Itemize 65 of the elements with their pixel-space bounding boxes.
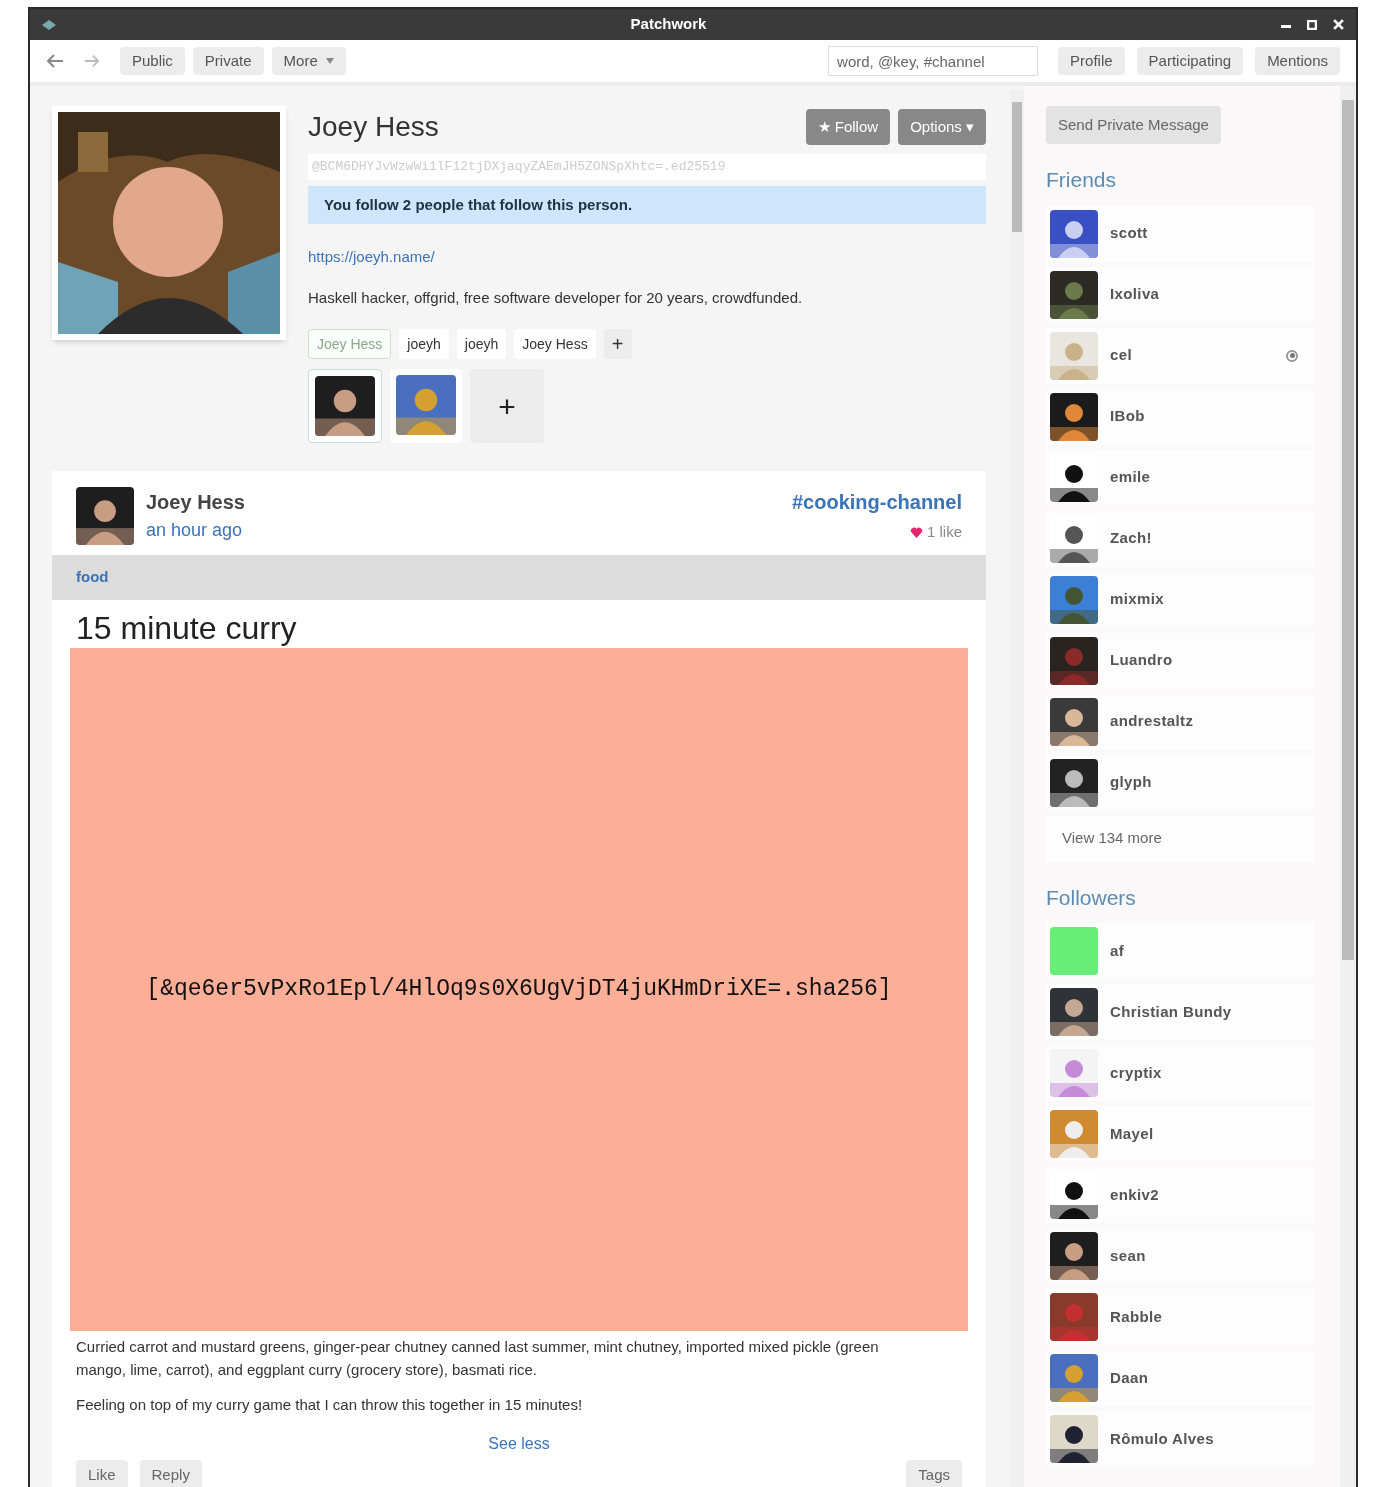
contact-item[interactable]: cel — [1046, 327, 1314, 384]
contact-item[interactable]: scott — [1046, 205, 1314, 262]
contact-item[interactable]: af — [1046, 923, 1314, 979]
section-heading: Friends — [1046, 167, 1118, 193]
contact-item[interactable]: IBob — [1046, 388, 1314, 445]
nav-button[interactable]: Participating — [1136, 47, 1244, 75]
see-less-link[interactable]: See less — [488, 1432, 550, 1456]
contact-item[interactable]: Rabble — [1046, 1289, 1314, 1345]
profile-name: Joey Hess — [308, 110, 440, 144]
post-author[interactable]: Joey Hess — [146, 487, 792, 517]
contact-item[interactable]: sean — [1046, 1228, 1314, 1284]
add-name-button[interactable]: + — [603, 329, 632, 359]
post-action-button[interactable]: Reply — [139, 1460, 202, 1487]
close-icon[interactable] — [1333, 19, 1344, 30]
image-thumbnail[interactable] — [390, 369, 462, 443]
contact-item[interactable]: Ixoliva — [1046, 266, 1314, 323]
tags-button[interactable]: Tags — [906, 1460, 962, 1487]
contact-item[interactable]: andrestaltz — [1046, 693, 1314, 750]
post-paragraph: Feeling on top of my curry game that I can throw this together in 15 minutes! — [76, 1395, 584, 1415]
section-heading: Followers — [1046, 884, 1137, 911]
maximize-icon[interactable] — [1307, 19, 1317, 30]
scrollbar[interactable] — [1010, 90, 1024, 1487]
contact-item[interactable]: glyph — [1046, 754, 1314, 811]
profile-bio: Haskell hacker, offgrid, free software developer for 20 years, crowdfunded. — [308, 287, 804, 308]
post-paragraph: Curried carrot and mustard greens, ginger-pear chutney canned last summer, mint chutney, imported mixed pickle (green mango, lime, carrot), and eggplant curry (grocery store), basmati rice. — [76, 1337, 880, 1380]
view-more-button[interactable]: View 134 more — [1046, 815, 1314, 862]
contact-item[interactable]: Mayel — [1046, 1106, 1314, 1162]
follow-notice: You follow 2 people that follow this person. — [308, 185, 986, 224]
dropdown-caret-icon — [325, 58, 334, 64]
nav-button[interactable]: More — [271, 47, 346, 75]
name-chip[interactable]: joeyh — [456, 329, 507, 359]
like-count: 1 like — [926, 522, 962, 542]
scrollbar[interactable] — [1340, 86, 1356, 1487]
follow-button[interactable]: ★ Follow — [805, 109, 891, 145]
post-title: 15 minute curry — [75, 609, 298, 648]
contact-item[interactable]: cryptix — [1046, 1045, 1314, 1101]
name-chip[interactable]: Joey Hess — [514, 329, 596, 359]
send-message-button[interactable]: Send Private Message — [1046, 106, 1221, 144]
contact-item[interactable]: Daan — [1046, 1350, 1314, 1406]
options-button[interactable]: Options ▾ — [898, 109, 986, 145]
nav-button[interactable]: Profile — [1058, 47, 1125, 75]
profile-link[interactable]: https://joeyh.name/ — [308, 246, 435, 269]
tag-link[interactable]: food — [76, 566, 109, 589]
name-chip[interactable]: joeyh — [399, 329, 449, 359]
image-hash: [&qe6er5vPxRo1Epl/4HlOq9s0X6UgVjDT4juKHmDriXE=.sha256] — [146, 975, 892, 1005]
nav-button[interactable]: Public — [120, 47, 185, 75]
contact-item[interactable]: Rômulo Alves — [1046, 1411, 1314, 1467]
contact-item[interactable]: mixmix — [1046, 571, 1314, 628]
contact-item[interactable]: Luandro — [1046, 632, 1314, 689]
contact-item[interactable]: emile — [1046, 449, 1314, 506]
search-field[interactable]: word, @key, #channel — [828, 46, 1039, 76]
contact-item[interactable]: Zach! — [1046, 510, 1314, 567]
nav-button[interactable]: Private — [192, 47, 264, 75]
contact-item[interactable]: Christian Bundy — [1046, 984, 1314, 1040]
post-action-button[interactable]: Like — [76, 1460, 128, 1487]
channel-link[interactable]: #cooking-channel — [791, 487, 962, 517]
contact-item[interactable]: enkiv2 — [1046, 1167, 1314, 1223]
back-arrow-icon[interactable] — [46, 54, 64, 68]
image-thumbnail[interactable] — [308, 369, 382, 443]
window-title: Patchwork — [629, 14, 708, 35]
heart-icon — [909, 526, 923, 538]
app-icon — [42, 19, 56, 30]
post-time[interactable]: an hour ago — [146, 517, 792, 544]
add-image-button[interactable]: + — [470, 369, 544, 443]
nav-button[interactable]: Mentions — [1255, 47, 1340, 75]
